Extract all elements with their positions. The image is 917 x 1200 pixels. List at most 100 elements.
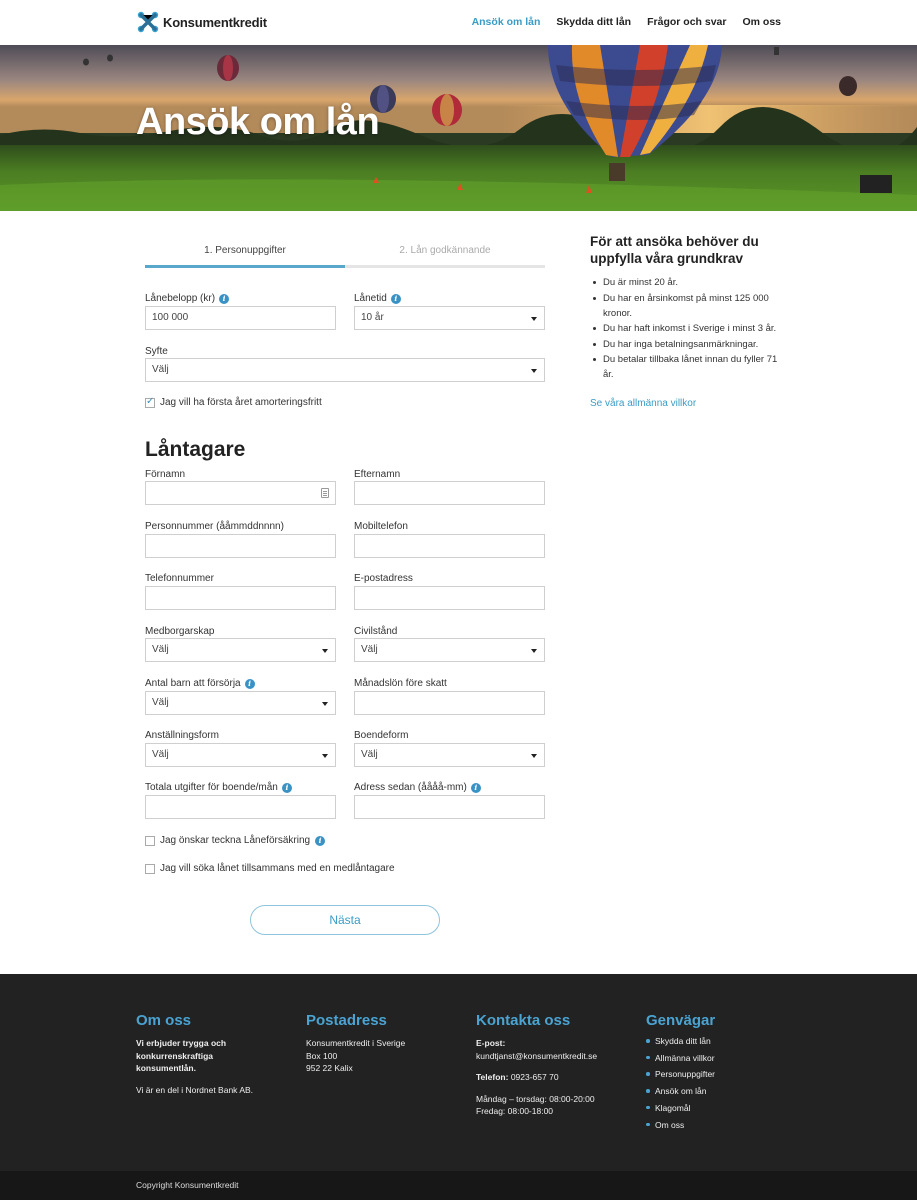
personal-number-label: Personnummer (ååmmddnnnn) (145, 521, 284, 532)
next-button[interactable]: Nästa (250, 905, 440, 935)
footer-email-label: E-post: (476, 1038, 506, 1048)
email-input[interactable] (354, 586, 545, 610)
footer-hours: Måndag – torsdag: 08:00-20:00 (476, 1093, 595, 1104)
footer-address-line: 952 22 Kalix (306, 1063, 353, 1073)
info-icon[interactable]: i (244, 678, 255, 689)
co-applicant-label: Jag vill söka lånet tillsammans med en m… (160, 863, 395, 874)
personal-number-label-text: Personnummer (ååmmddnnnn) (145, 521, 284, 532)
phone-label: Telefonnummer (145, 573, 214, 584)
last-name-input[interactable] (354, 481, 545, 505)
footer-phone-label: Telefon: (476, 1072, 509, 1082)
loan-amount-value: 100 000 (152, 312, 189, 323)
housing-select[interactable]: Välj (354, 743, 545, 767)
copyright-bar: Copyright Konsumentkredit (0, 1171, 917, 1200)
info-icon[interactable]: i (390, 293, 401, 304)
footer-link[interactable]: Klagomål (646, 1100, 796, 1117)
co-applicant-option[interactable]: Jag vill söka lånet tillsammans med en m… (145, 863, 395, 874)
terms-link[interactable]: Se våra allmänna villkor (590, 398, 790, 409)
amortization-free-checkbox[interactable] (145, 396, 155, 408)
footer-address-line: Konsumentkredit i Sverige (306, 1038, 406, 1048)
first-name-input[interactable] (145, 481, 336, 505)
email-label: E-postadress (354, 573, 413, 584)
requirements-title: För att ansöka behöver du uppfylla våra … (590, 234, 759, 266)
konsumentkredit-logo-icon (137, 11, 159, 33)
step-loan-approval[interactable]: 2. Lån godkännande (345, 236, 545, 268)
logo-text: Konsumentkredit (163, 14, 267, 30)
amortization-free-label: Jag vill ha första året amorteringsfritt (160, 397, 322, 408)
info-icon[interactable]: i (219, 293, 230, 304)
footer-shortcuts-title: Genvägar (646, 1012, 716, 1029)
loan-term-select[interactable]: 10 år (354, 306, 545, 330)
page-title: Ansök om lån (136, 101, 380, 143)
phone-input[interactable] (145, 586, 336, 610)
footer-address: Postadress Konsumentkredit i Sverige Box… (306, 1012, 456, 1075)
first-name-label-text: Förnamn (145, 469, 186, 480)
loan-insurance-option[interactable]: Jag önskar teckna Låneförsäkring i (145, 835, 326, 846)
salary-input[interactable] (354, 691, 545, 715)
loan-amount-label: Lånebelopp (kr) i (145, 293, 230, 304)
contact-card-icon[interactable] (321, 488, 329, 498)
salary-label: Månadslön före skatt (354, 678, 447, 689)
footer-link[interactable]: Allmänna villkor (646, 1050, 796, 1067)
housing-label-text: Boendeform (354, 730, 409, 741)
last-name-label-text: Efternamn (354, 469, 401, 480)
marital-status-label-text: Civilstånd (354, 626, 398, 637)
list-item: Du har inga betalningsanmärkningar. (590, 337, 790, 352)
citizenship-label: Medborgarskap (145, 626, 214, 637)
employment-label-text: Anställningsform (145, 730, 219, 741)
footer-contact-title: Kontakta oss (476, 1012, 571, 1029)
footer-link[interactable]: Om oss (646, 1117, 796, 1134)
mobile-input[interactable] (354, 534, 545, 558)
employment-label: Anställningsform (145, 730, 219, 741)
footer-address-title: Postadress (306, 1012, 387, 1029)
footer-about-title: Om oss (136, 1012, 192, 1029)
loan-insurance-checkbox[interactable] (145, 835, 155, 846)
housing-cost-input[interactable] (145, 795, 336, 819)
co-applicant-checkbox[interactable] (145, 863, 155, 874)
purpose-select[interactable]: Välj (145, 358, 545, 382)
loan-amount-input[interactable]: 100 000 (145, 306, 336, 330)
children-value: Välj (152, 697, 169, 708)
footer-phone-number[interactable]: 0923-657 70 (511, 1072, 559, 1082)
address-since-input[interactable] (354, 795, 545, 819)
mobile-label-text: Mobiltelefon (354, 521, 408, 532)
footer-contact: Kontakta oss E-post: kundtjanst@konsumen… (476, 1012, 626, 1118)
footer-email[interactable]: kundtjanst@konsumentkredit.se (476, 1050, 626, 1063)
progress-steps: 1. Personuppgifter 2. Lån godkännande (145, 236, 545, 268)
footer-hours: Fredag: 08:00-18:00 (476, 1106, 554, 1116)
requirements-sidebar: För att ansöka behöver du uppfylla våra … (590, 233, 790, 409)
footer-address-line: Box 100 (306, 1050, 338, 1061)
site-footer: Om oss Vi erbjuder trygga och konkurrens… (0, 974, 917, 1171)
housing-cost-label: Totala utgifter för boende/mån i (145, 782, 292, 793)
purpose-label-text: Syfte (145, 346, 168, 357)
loan-insurance-label: Jag önskar teckna Låneförsäkring (160, 835, 311, 846)
logo[interactable]: Konsumentkredit (137, 11, 267, 33)
personal-number-input[interactable] (145, 534, 336, 558)
address-since-label-text: Adress sedan (åååå-mm) (354, 782, 467, 793)
footer-link[interactable]: Personuppgifter (646, 1066, 796, 1083)
children-select[interactable]: Välj (145, 691, 336, 715)
info-icon[interactable]: i (281, 782, 292, 793)
amortization-free-option[interactable]: Jag vill ha första året amorteringsfritt (145, 396, 322, 408)
info-icon[interactable]: i (470, 782, 481, 793)
main-nav: Ansök om lån Skydda ditt lån Frågor och … (472, 16, 781, 28)
footer-shortcuts-list: Skydda ditt lån Allmänna villkor Personu… (646, 1033, 796, 1133)
nav-item-about[interactable]: Om oss (742, 16, 781, 28)
footer-link[interactable]: Skydda ditt lån (646, 1033, 796, 1050)
list-item: Du betalar tillbaka lånet innan du fylle… (590, 352, 790, 382)
step-personal-details[interactable]: 1. Personuppgifter (145, 236, 345, 268)
last-name-label: Efternamn (354, 469, 400, 480)
nav-item-protect-loan[interactable]: Skydda ditt lån (556, 16, 631, 28)
marital-status-select[interactable]: Välj (354, 638, 545, 662)
nav-item-faq[interactable]: Frågor och svar (647, 16, 726, 28)
footer-about-text: Vi är en del i Nordnet Bank AB. (136, 1084, 254, 1095)
footer-link[interactable]: Ansök om lån (646, 1083, 796, 1100)
citizenship-select[interactable]: Välj (145, 638, 336, 662)
purpose-label: Syfte (145, 346, 168, 357)
phone-label-text: Telefonnummer (145, 573, 214, 584)
salary-label-text: Månadslön före skatt (354, 678, 447, 689)
marital-status-label: Civilstånd (354, 626, 397, 637)
employment-select[interactable]: Välj (145, 743, 336, 767)
info-icon[interactable]: i (315, 835, 326, 846)
nav-item-apply[interactable]: Ansök om lån (472, 16, 541, 28)
